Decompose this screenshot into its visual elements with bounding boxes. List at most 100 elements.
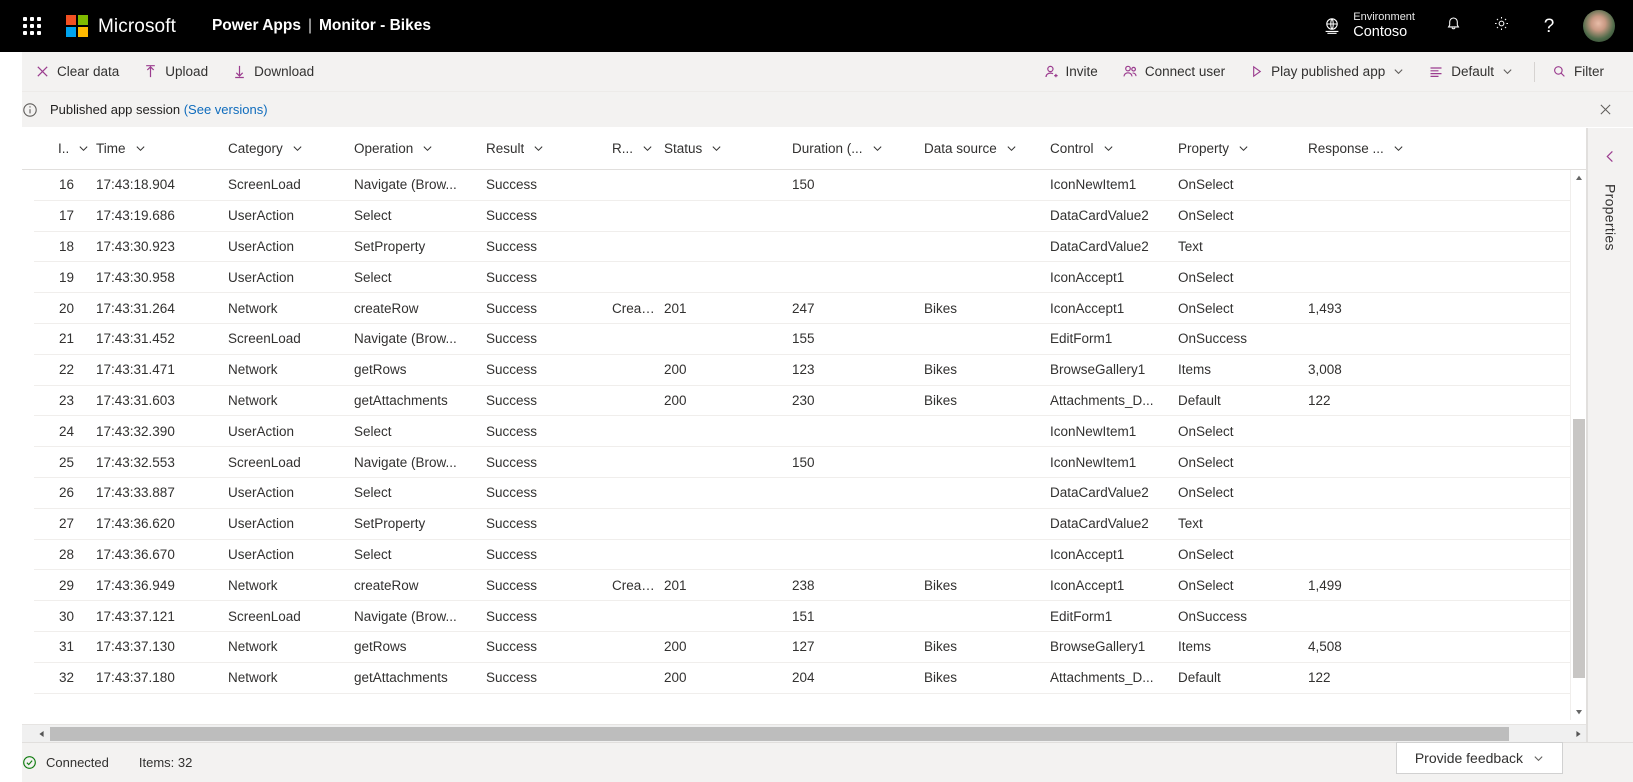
cell-time: 17:43:37.180 [96,670,175,686]
column-header-status[interactable]: Status [664,128,792,169]
column-header-rr[interactable]: R... [612,128,664,169]
vertical-scroll-track[interactable] [1571,186,1587,704]
table-row[interactable]: 23 17:43:31.603 Network getAttachments Succe… [34,386,1586,417]
bell-icon [1444,14,1463,38]
cell-operation: Select [354,423,392,439]
cell-control: IconAccept1 [1050,300,1125,316]
avatar[interactable] [1583,10,1615,42]
properties-panel-rail[interactable]: Properties [1587,128,1633,742]
invite-button[interactable]: Invite [1034,56,1107,88]
table-row[interactable]: 26 17:43:33.887 UserAction Select Success Dat… [34,478,1586,509]
environment-picker[interactable]: Environment Contoso [1308,0,1429,52]
notifications-button[interactable] [1429,0,1477,52]
table-row[interactable]: 27 17:43:36.620 UserAction SetProperty Succe… [34,509,1586,540]
table-row[interactable]: 20 17:43:31.264 Network createRow Success Cre… [34,293,1586,324]
message-close-button[interactable] [1591,96,1619,124]
cell-category: Network [228,300,278,316]
table-row[interactable]: 25 17:43:32.553 ScreenLoad Navigate (Brow..… [34,447,1586,478]
clear-data-button[interactable]: Clear data [26,56,128,88]
provide-feedback-button[interactable]: Provide feedback [1395,742,1563,774]
upload-button[interactable]: Upload [134,56,217,88]
cell-control: DataCardValue2 [1050,208,1149,224]
column-header-property[interactable]: Property [1178,128,1308,169]
cell-property: Text [1178,238,1203,254]
table-row[interactable]: 17 17:43:19.686 UserAction Select Success Dat… [34,201,1586,232]
play-published-app-button[interactable]: Play published app [1240,56,1413,88]
chevron-down-icon [135,143,146,154]
cell-rr: Created [612,577,661,593]
environment-text: Environment Contoso [1353,11,1415,40]
table-row[interactable]: 19 17:43:30.958 UserAction Select Success Ico… [34,262,1586,294]
scroll-right-arrow-icon[interactable] [1570,726,1586,742]
cell-time: 17:43:37.121 [96,608,175,624]
table-row[interactable]: 22 17:43:31.471 Network getRows Success 200 12… [34,355,1586,386]
cell-category: UserAction [228,485,295,501]
command-divider [1534,61,1535,82]
column-header-operation[interactable]: Operation [354,128,486,169]
table-row[interactable]: 21 17:43:31.452 ScreenLoad Navigate (Brow..… [34,324,1586,355]
download-button[interactable]: Download [223,56,323,88]
cell-id: 17 [58,208,74,224]
table-row[interactable]: 31 17:43:37.130 Network getRows Success 200 12… [34,632,1586,663]
cell-duration: 204 [792,670,815,686]
column-header-data-source-label: Data source [924,141,997,156]
provide-feedback-label: Provide feedback [1414,750,1523,766]
play-triangle-icon [1249,64,1264,79]
table-row[interactable]: 18 17:43:30.923 UserAction SetProperty Succe… [34,232,1586,263]
table-row[interactable]: 28 17:43:36.670 UserAction Select Success Ico… [34,540,1586,571]
column-header-duration[interactable]: Duration (... [792,128,924,169]
column-header-control[interactable]: Control [1050,128,1178,169]
column-header-category[interactable]: Category [228,128,354,169]
table-row[interactable]: 29 17:43:36.949 Network createRow Success Cre… [34,570,1586,602]
help-icon: ? [1543,15,1555,37]
cell-category: ScreenLoad [228,331,301,347]
cell-category: UserAction [228,423,295,439]
download-arrow-icon [232,64,247,79]
cell-time: 17:43:30.958 [96,269,175,285]
connect-user-label: Connect user [1144,64,1226,79]
column-header-result[interactable]: Result [486,128,612,169]
cell-category: UserAction [228,238,295,254]
chevron-left-icon[interactable] [1603,142,1618,170]
cell-time: 17:43:33.887 [96,485,175,501]
scroll-up-arrow-icon[interactable] [1571,170,1587,186]
see-versions-link[interactable]: (See versions) [184,102,268,117]
cell-operation: Select [354,208,392,224]
column-header-time[interactable]: Time [96,128,228,169]
cell-time: 17:43:31.603 [96,392,175,408]
scroll-down-arrow-icon[interactable] [1571,704,1587,720]
column-header-id[interactable]: I.. [34,128,96,169]
cell-time: 17:43:36.620 [96,516,175,532]
vertical-scroll-thumb[interactable] [1572,419,1585,679]
column-header-control-label: Control [1050,141,1094,156]
grid-vertical-scrollbar[interactable] [1570,170,1586,720]
table-row[interactable]: 16 17:43:18.904 ScreenLoad Navigate (Brow..… [34,170,1586,201]
cell-status: 200 [664,639,687,655]
grid-rows-viewport[interactable]: 16 17:43:18.904 ScreenLoad Navigate (Brow..… [0,170,1586,724]
cell-id: 20 [58,300,74,316]
column-header-category-label: Category [228,141,283,156]
main-body: I.. Time Category Operation Result R... … [0,128,1633,742]
cell-category: UserAction [228,546,295,562]
cell-result: Success [486,546,538,562]
settings-button[interactable] [1477,0,1525,52]
column-header-response[interactable]: Response ... [1308,128,1428,169]
cell-source: Bikes [924,362,958,378]
table-row[interactable]: 32 17:43:37.180 Network getAttachments Succe… [34,663,1586,694]
help-button[interactable]: ? [1525,0,1573,52]
table-row[interactable]: 30 17:43:37.121 ScreenLoad Navigate (Brow..… [34,601,1586,632]
cell-property: Text [1178,516,1203,532]
grid-horizontal-scrollbar[interactable] [0,724,1586,742]
scroll-left-arrow-icon[interactable] [34,726,50,742]
app-launcher-button[interactable] [14,8,50,44]
cell-result: Success [486,639,538,655]
default-view-button[interactable]: Default [1419,56,1522,88]
horizontal-scroll-track[interactable] [50,726,1570,741]
connect-user-button[interactable]: Connect user [1113,56,1234,88]
cell-id: 24 [58,423,74,439]
microsoft-logo[interactable]: Microsoft [66,15,176,37]
filter-button[interactable]: Filter [1543,56,1613,88]
horizontal-scroll-thumb[interactable] [50,726,1510,741]
column-header-data-source[interactable]: Data source [924,128,1050,169]
table-row[interactable]: 24 17:43:32.390 UserAction Select Success Ico… [34,416,1586,448]
